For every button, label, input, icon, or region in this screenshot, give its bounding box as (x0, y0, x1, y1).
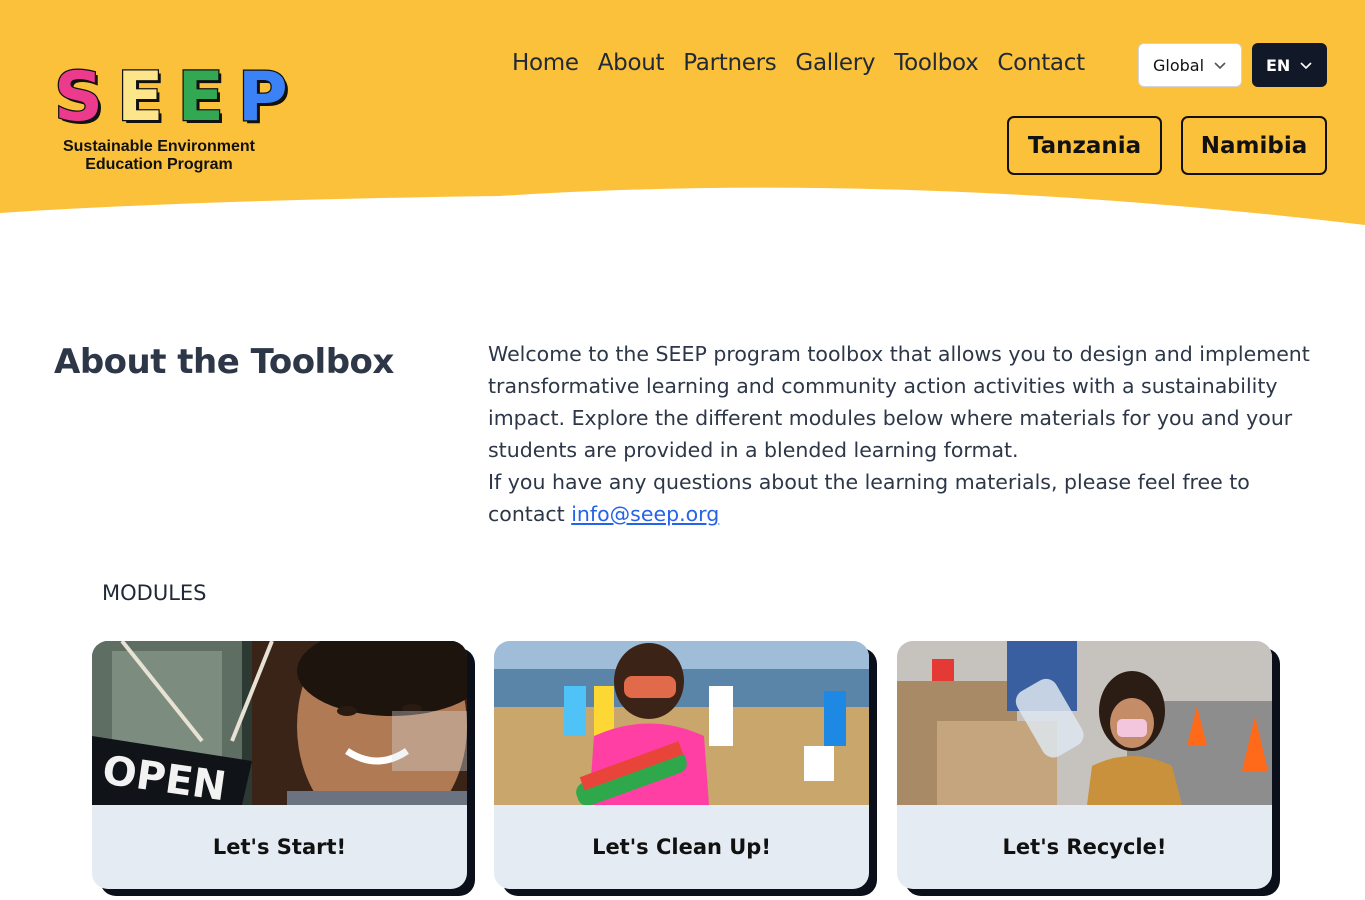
card-title: Let's Clean Up! (592, 835, 771, 859)
about-paragraph-2: If you have any questions about the lear… (488, 466, 1328, 530)
chevron-down-icon (1300, 62, 1312, 70)
logo-letter-p: P (237, 58, 289, 137)
logo-letters: S E E P (53, 58, 289, 137)
logo-letter-s: S (53, 58, 104, 137)
nav-home[interactable]: Home (512, 50, 579, 76)
modules-heading: MODULES (102, 581, 207, 605)
region-select-value: Global (1153, 55, 1205, 75)
card-face: OPEN Let's Start! (92, 641, 467, 889)
card-face: Let's Recycle! (897, 641, 1272, 889)
girl-recycling-bottle-photo (897, 641, 1272, 805)
logo-letter-e1: E (116, 58, 165, 137)
nav-about[interactable]: About (598, 50, 665, 76)
tanzania-button[interactable]: Tanzania (1007, 116, 1162, 175)
namibia-button[interactable]: Namibia (1181, 116, 1327, 175)
nav-partners[interactable]: Partners (683, 50, 776, 76)
card-face: Let's Clean Up! (494, 641, 869, 889)
card-title: Let's Recycle! (1002, 835, 1167, 859)
card-title: Let's Start! (212, 835, 347, 859)
language-select-value: EN (1266, 55, 1291, 75)
contact-email-link[interactable]: info@seep.org (571, 502, 719, 526)
region-select[interactable]: Global (1138, 43, 1242, 87)
about-paragraph-1: Welcome to the SEEP program toolbox that… (488, 342, 1310, 462)
main-nav: Home About Partners Gallery Toolbox Cont… (512, 50, 1085, 76)
about-title: About the Toolbox (54, 342, 394, 382)
module-card-lets-recycle[interactable]: Let's Recycle! (897, 641, 1280, 896)
nav-gallery[interactable]: Gallery (795, 50, 875, 76)
logo-letter-e2: E (176, 58, 225, 137)
module-card-lets-start[interactable]: OPEN Let's Start! (92, 641, 475, 896)
seep-logo[interactable]: S E E P Sustainable Environment Educatio… (53, 58, 289, 174)
module-card-lets-clean-up[interactable]: Let's Clean Up! (494, 641, 877, 896)
logo-subtitle: Sustainable Environment Education Progra… (54, 138, 264, 174)
nav-toolbox[interactable]: Toolbox (894, 50, 978, 76)
language-select[interactable]: EN (1252, 43, 1327, 87)
nav-contact[interactable]: Contact (997, 50, 1085, 76)
logo-subtitle-line2: Education Program (85, 156, 233, 173)
logo-subtitle-line1: Sustainable Environment (62, 138, 256, 155)
about-description: Welcome to the SEEP program toolbox that… (488, 338, 1328, 530)
woman-with-open-sign-photo: OPEN (92, 641, 467, 805)
beach-cleanup-photo (494, 641, 869, 805)
chevron-down-icon (1214, 62, 1226, 70)
site-header: S E E P Sustainable Environment Educatio… (0, 0, 1365, 240)
